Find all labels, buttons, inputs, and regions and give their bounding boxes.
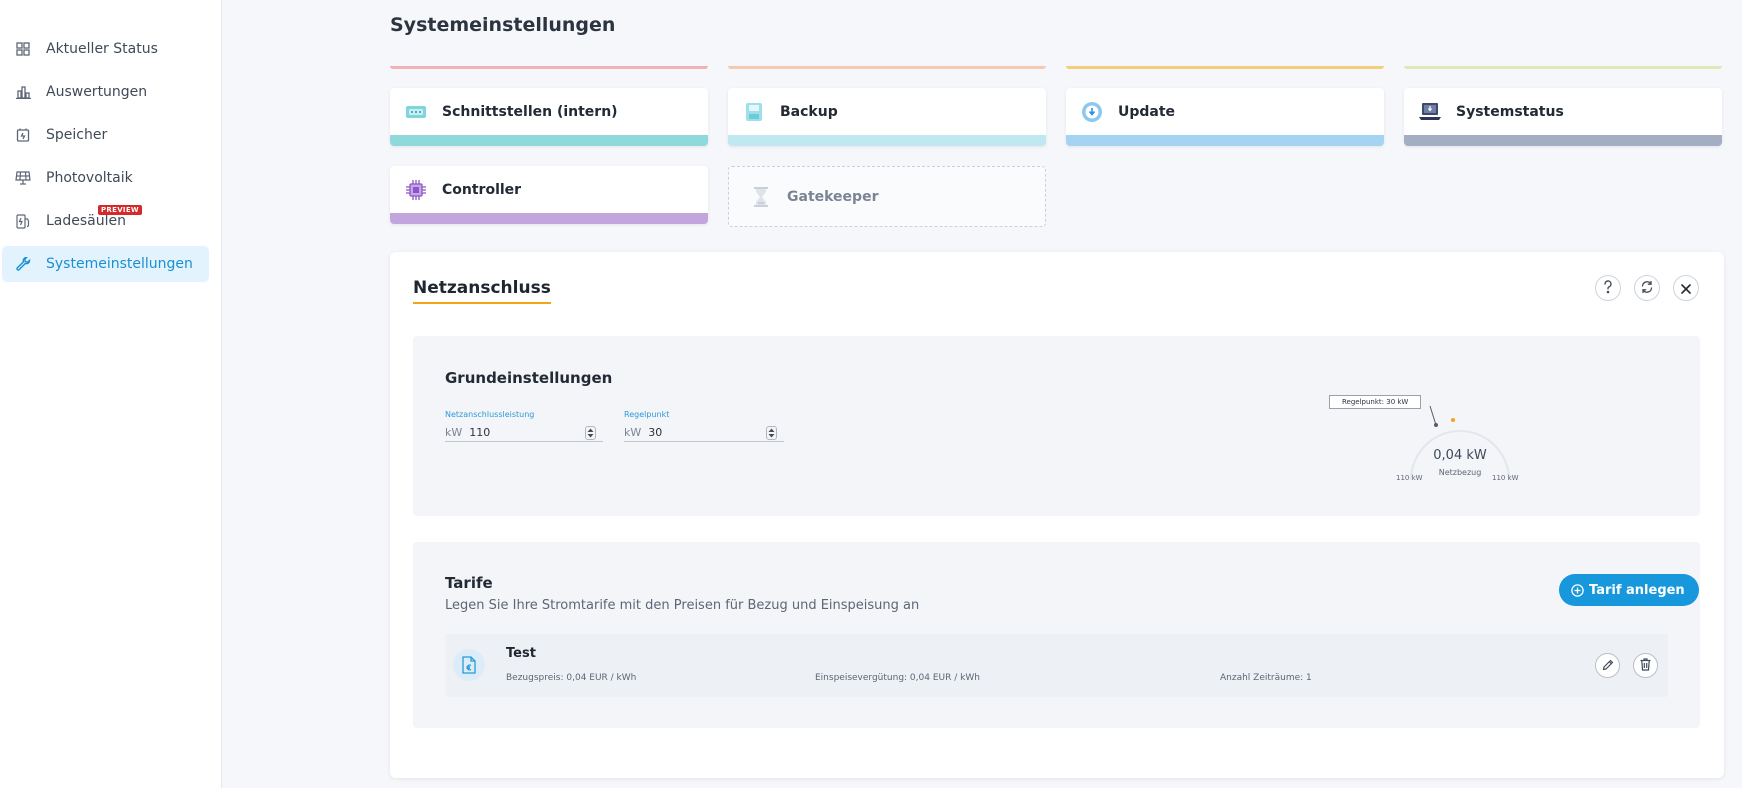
laptop-status-icon [1418, 100, 1442, 124]
quantity-stepper[interactable] [766, 425, 778, 440]
add-tarif-button[interactable]: Tarif anlegen [1559, 574, 1699, 606]
tile-color-bar [390, 135, 708, 146]
help-button[interactable] [1595, 275, 1621, 301]
table-row: Test Bezugspreis: 0,04 EUR / kWh Einspei… [445, 634, 1668, 697]
field-label: Regelpunkt [624, 410, 670, 419]
field-unit: kW [624, 426, 642, 439]
panel-title: Netzanschluss [413, 278, 551, 304]
pencil-icon [1602, 656, 1614, 675]
plus-circle-icon [1571, 583, 1584, 597]
sidebar-item-label: Ladesäulen [46, 213, 127, 229]
preview-badge: PREVIEW [98, 205, 142, 215]
tarif-einspeiseverguetung: Einspeisevergütung: 0,04 EUR / kWh [815, 673, 980, 683]
field-row: kW [624, 424, 784, 442]
page-title: Systemeinstellungen [390, 14, 616, 36]
wrench-icon [14, 255, 32, 273]
tile-top-strip [1066, 66, 1384, 69]
netzanschluss-panel: Netzanschluss Grundeinstellungen Tarife … [390, 252, 1724, 778]
tile-label: Update [1118, 103, 1176, 120]
regelpunkt-field: Regelpunkt kW [624, 410, 784, 442]
sidebar-item-label: Aktueller Status [46, 41, 158, 57]
tile-color-bar [728, 135, 1046, 146]
tile-update[interactable]: Update [1066, 88, 1384, 146]
sidebar-item-label: Photovoltaik [46, 170, 133, 186]
section-subtitle: Legen Sie Ihre Stromtarife mit den Preis… [445, 598, 920, 613]
tarif-name: Test [506, 646, 536, 661]
field-row: kW [445, 424, 603, 442]
tile-color-bar [1066, 135, 1384, 146]
tile-controller[interactable]: Controller [390, 166, 708, 224]
field-label: Netzanschlussleistung [445, 410, 535, 419]
section-title: Grundeinstellungen [445, 369, 613, 387]
tile-label: Controller [442, 181, 522, 198]
close-icon [1681, 279, 1691, 298]
netzanschlussleistung-field: Netzanschlussleistung kW [445, 410, 603, 442]
regelpunkt-tooltip: Regelpunkt: 30 kW [1329, 395, 1422, 409]
sidebar: Aktueller Status Auswertungen Speicher P… [0, 0, 222, 788]
tile-color-bar [390, 213, 708, 224]
tile-color-bar [1404, 135, 1722, 146]
interface-icon [404, 100, 428, 124]
sidebar-item-label: Auswertungen [46, 84, 148, 100]
bar-chart-icon [14, 83, 32, 101]
tile-label: Backup [780, 103, 838, 120]
gauge-min-label: 110 kW [1396, 474, 1423, 482]
tile-schnittstellen[interactable]: Schnittstellen (intern) [390, 88, 708, 146]
section-title: Tarife [445, 574, 493, 592]
sidebar-item-aktueller-status[interactable]: Aktueller Status [2, 31, 209, 67]
hourglass-icon [749, 185, 773, 209]
tile-top-strip [728, 66, 1046, 69]
battery-icon [14, 126, 32, 144]
refresh-button[interactable] [1634, 275, 1660, 301]
close-button[interactable] [1673, 275, 1699, 301]
tile-backup[interactable]: Backup [728, 88, 1046, 146]
refresh-icon [1640, 279, 1654, 298]
delete-tarif-button[interactable] [1633, 653, 1658, 678]
update-icon [1080, 100, 1104, 124]
charging-station-icon [14, 212, 32, 230]
quantity-stepper[interactable] [585, 425, 597, 440]
edit-tarif-button[interactable] [1595, 653, 1620, 678]
sidebar-item-auswertungen[interactable]: Auswertungen [2, 74, 209, 110]
tile-gatekeeper: Gatekeeper [728, 166, 1046, 227]
tile-top-strip [390, 66, 708, 69]
tile-label: Systemstatus [1456, 103, 1564, 120]
gauge-value: 0,04 kW [1433, 448, 1487, 463]
tile-top-strip [1404, 66, 1722, 69]
tarif-zeitraeume: Anzahl Zeiträume: 1 [1220, 673, 1312, 683]
tarif-bezugspreis: Bezugspreis: 0,04 EUR / kWh [506, 673, 637, 683]
tile-label: Gatekeeper [787, 188, 879, 205]
add-tarif-label: Tarif anlegen [1589, 582, 1685, 598]
sidebar-item-photovoltaik[interactable]: Photovoltaik [2, 160, 209, 196]
invoice-euro-icon [453, 649, 485, 681]
tile-systemstatus[interactable]: Systemstatus [1404, 88, 1722, 146]
trash-icon [1640, 656, 1651, 675]
sidebar-item-systemeinstellungen[interactable]: Systemeinstellungen [2, 246, 209, 282]
chip-icon [404, 178, 428, 202]
grid-icon [14, 40, 32, 58]
backup-icon [742, 100, 766, 124]
tarife-section: Tarife Legen Sie Ihre Stromtarife mit de… [413, 542, 1700, 728]
sidebar-item-label: Speicher [46, 127, 108, 143]
sidebar-item-label: Systemeinstellungen [46, 256, 193, 272]
gauge-max-label: 110 kW [1492, 474, 1519, 482]
sidebar-item-speicher[interactable]: Speicher [2, 117, 209, 153]
field-unit: kW [445, 426, 463, 439]
tile-label: Schnittstellen (intern) [442, 103, 618, 120]
sidebar-item-ladesaeulen[interactable]: Ladesäulen PREVIEW [2, 203, 209, 239]
regelpunkt-input[interactable] [648, 426, 767, 439]
netzbezug-gauge: Regelpunkt: 30 kW 0,04 kW Netzbezug 110 … [1325, 392, 1555, 492]
solar-panel-icon [14, 169, 32, 187]
question-icon [1602, 279, 1614, 298]
netzanschlussleistung-input[interactable] [469, 426, 586, 439]
